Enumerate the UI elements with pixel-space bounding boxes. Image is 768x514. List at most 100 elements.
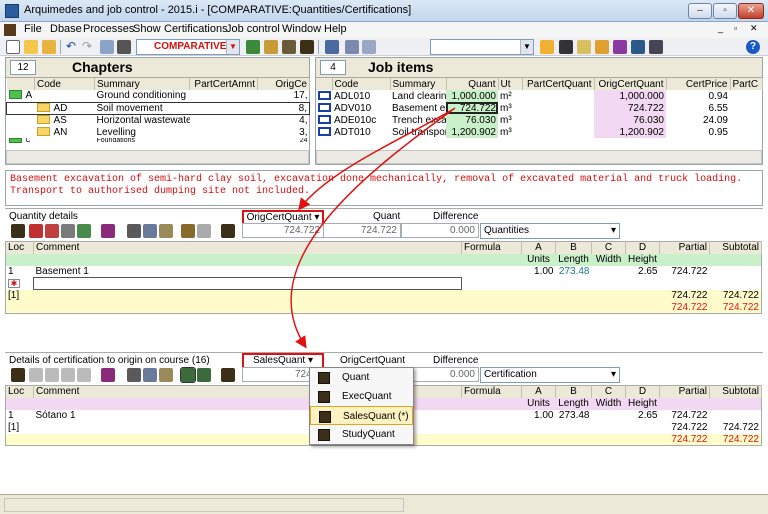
calculator-icon[interactable] bbox=[181, 224, 195, 238]
popup-item-studyquant[interactable]: StudyQuant bbox=[310, 425, 413, 444]
print-icon[interactable] bbox=[117, 40, 131, 54]
table-row[interactable]: ADL010 Land clearin 1,000.000 m² 1,000.0… bbox=[316, 90, 762, 102]
column-header-origce[interactable]: OrigCe bbox=[257, 78, 310, 90]
undo-icon[interactable]: ↶ bbox=[66, 40, 80, 54]
column-header-loc[interactable]: Loc bbox=[5, 385, 34, 398]
column-header-quant[interactable]: Quant bbox=[446, 78, 499, 90]
item-quant[interactable]: 1,200.902 bbox=[446, 126, 498, 138]
item-quant[interactable]: 1,000.000 bbox=[446, 90, 498, 102]
quantities-combo[interactable]: Quantities ▾ bbox=[480, 223, 620, 239]
grid-icon[interactable] bbox=[197, 368, 211, 382]
item-quant[interactable]: 724.722 bbox=[446, 102, 498, 114]
cut-icon[interactable] bbox=[127, 224, 141, 238]
table-row[interactable]: ADE010c Trench exca 76.030 m³ 76.030 24.… bbox=[316, 114, 762, 126]
horizontal-scrollbar[interactable] bbox=[6, 150, 309, 164]
description-box[interactable]: Basement excavation of semi-hard clay so… bbox=[5, 170, 763, 206]
column-header-d[interactable]: D bbox=[625, 385, 660, 398]
column-header-d[interactable]: D bbox=[625, 241, 660, 254]
column-header-a[interactable]: A bbox=[521, 241, 556, 254]
redo-icon[interactable]: ↷ bbox=[82, 40, 96, 54]
blank-combo[interactable]: ▼ bbox=[430, 39, 534, 55]
column-header-ut[interactable]: Ut bbox=[498, 78, 523, 90]
menu-file[interactable]: File bbox=[24, 23, 42, 35]
column-header-summary[interactable]: Summary bbox=[94, 78, 190, 90]
measurement-mode-icon[interactable] bbox=[221, 368, 235, 382]
item-quant[interactable]: 76.030 bbox=[446, 114, 498, 126]
column-header-subtotal[interactable]: Subtotal bbox=[709, 385, 762, 398]
delete-row-icon[interactable] bbox=[45, 224, 59, 238]
measurement-icon[interactable] bbox=[11, 368, 25, 382]
certification-combo[interactable]: Certification ▾ bbox=[480, 367, 620, 383]
column-header-comment[interactable]: Comment bbox=[33, 241, 462, 254]
spreadsheet-icon[interactable] bbox=[77, 224, 91, 238]
mdi-restore-button[interactable]: ▫ bbox=[734, 23, 737, 33]
table-row[interactable]: 1 Basement 1 1.00 273.48 2.65 724.722 bbox=[6, 266, 762, 278]
row-a[interactable]: 1.00 bbox=[522, 410, 556, 422]
table-row[interactable]: ADV010 Basement e: 724.722 m³ 724.722 6.… bbox=[316, 102, 762, 114]
mdi-minimize-button[interactable]: _ bbox=[718, 23, 723, 33]
origcert-value-field[interactable]: 724.722 bbox=[242, 223, 324, 238]
bank-icon[interactable] bbox=[613, 40, 627, 54]
check-icon[interactable] bbox=[577, 40, 591, 54]
table-row[interactable]: C Foundations 24 bbox=[7, 138, 310, 144]
open-icon[interactable] bbox=[24, 40, 38, 54]
column-header-formula[interactable]: Formula bbox=[461, 241, 522, 254]
insert-row-icon[interactable] bbox=[29, 224, 43, 238]
new-row[interactable]: ✱ bbox=[6, 277, 762, 290]
formula-icon[interactable] bbox=[101, 368, 115, 382]
view-combo[interactable]: COMPARATIVE ▼ bbox=[136, 39, 240, 55]
table-icon[interactable] bbox=[649, 40, 663, 54]
new-icon[interactable] bbox=[6, 40, 20, 54]
column-header-summary[interactable]: Summary bbox=[390, 78, 447, 90]
calculator-icon[interactable] bbox=[180, 367, 196, 383]
row-d[interactable]: 2.65 bbox=[626, 266, 660, 278]
tree-icon[interactable] bbox=[246, 40, 260, 54]
row-b[interactable]: 273.48 bbox=[556, 410, 592, 422]
copy-row-icon[interactable] bbox=[61, 224, 75, 238]
table-row[interactable]: AN Levelling 3, bbox=[7, 126, 310, 138]
delete-row-icon[interactable] bbox=[45, 368, 59, 382]
help-icon[interactable]: ? bbox=[746, 40, 760, 54]
column-header-partcertquant[interactable]: PartCertQuant bbox=[522, 78, 595, 90]
copy-row-icon[interactable] bbox=[61, 368, 75, 382]
menu-help[interactable]: Help bbox=[324, 23, 347, 35]
window-tile-icon[interactable] bbox=[345, 40, 359, 54]
measurement-mode-icon[interactable] bbox=[221, 224, 235, 238]
table-row[interactable]: ADT010 Soil transpor 1,200.902 m³ 1,200.… bbox=[316, 126, 762, 138]
row-a[interactable]: 1.00 bbox=[522, 266, 556, 278]
open-recent-icon[interactable] bbox=[42, 40, 56, 54]
measurement-icon[interactable] bbox=[300, 40, 314, 54]
table-row[interactable]: AS Horizontal wastewate 4, bbox=[7, 114, 310, 126]
attachment-icon[interactable] bbox=[559, 40, 573, 54]
column-header-code[interactable]: Code bbox=[332, 78, 391, 90]
column-header-origcertquant[interactable]: OrigCertQuant bbox=[594, 78, 667, 90]
grid-icon[interactable] bbox=[197, 224, 211, 238]
difference-value-field[interactable]: 0.000 bbox=[401, 223, 479, 238]
column-header-b[interactable]: B bbox=[555, 241, 592, 254]
column-header-formula[interactable]: Formula bbox=[461, 385, 522, 398]
menu-job-control[interactable]: Job control bbox=[226, 23, 280, 35]
column-header-loc[interactable]: Loc bbox=[5, 241, 34, 254]
column-header-b[interactable]: B bbox=[555, 385, 592, 398]
mdi-close-button[interactable]: ✕ bbox=[750, 23, 758, 34]
row-b[interactable]: 273.48 bbox=[556, 266, 592, 278]
column-header-partcertamnt[interactable]: PartCertAmnt bbox=[189, 78, 258, 90]
table-row[interactable]: A Ground conditioning 17, bbox=[7, 90, 310, 102]
book-icon[interactable] bbox=[264, 40, 278, 54]
chevron-down-icon[interactable]: ▼ bbox=[520, 40, 533, 54]
column-header-partial[interactable]: Partial bbox=[659, 385, 710, 398]
insert-row-icon[interactable] bbox=[29, 368, 43, 382]
measurement-icon[interactable] bbox=[11, 224, 25, 238]
chevron-down-icon[interactable]: ▼ bbox=[226, 40, 239, 54]
spreadsheet-icon[interactable] bbox=[77, 368, 91, 382]
filter-icon[interactable] bbox=[540, 40, 554, 54]
new-line-icon[interactable]: ✱ bbox=[8, 279, 20, 288]
popup-item-salesquant[interactable]: SalesQuant (*) bbox=[310, 406, 413, 425]
popup-item-quant[interactable]: Quant bbox=[310, 368, 413, 387]
horizontal-scrollbar[interactable] bbox=[316, 150, 762, 164]
column-header-a[interactable]: A bbox=[521, 385, 556, 398]
window-cascade-icon[interactable] bbox=[362, 40, 376, 54]
close-button[interactable]: ✕ bbox=[738, 3, 764, 19]
column-header-c[interactable]: C bbox=[591, 241, 626, 254]
menu-show[interactable]: Show bbox=[133, 23, 161, 35]
